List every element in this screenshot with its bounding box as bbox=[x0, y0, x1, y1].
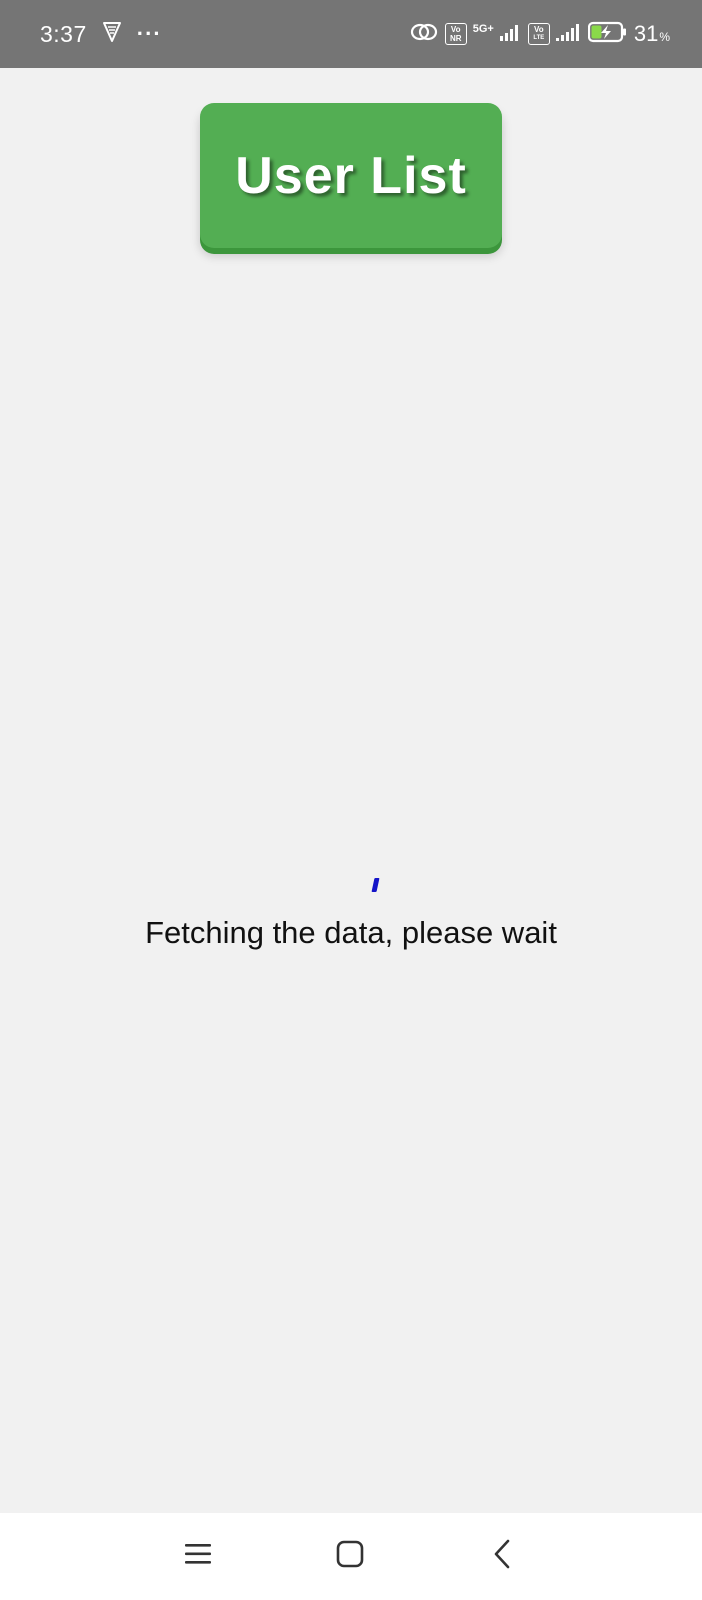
volte-badge-top: Vo bbox=[534, 25, 544, 34]
home-button[interactable] bbox=[310, 1513, 390, 1600]
vonr-badge: Vo NR bbox=[444, 23, 467, 45]
volte-badge-bottom: LTE bbox=[533, 35, 545, 41]
user-list-title: User List bbox=[235, 146, 467, 205]
signal-icon bbox=[555, 23, 582, 46]
network-type-label: 5G+ bbox=[472, 22, 494, 35]
status-time: 3:37 bbox=[40, 20, 87, 47]
app-screen: 3:37 ··· Vo NR 5G+ Vo LTE 31 % User List… bbox=[0, 0, 702, 1600]
vpn-shield-icon bbox=[101, 20, 123, 49]
back-icon bbox=[492, 1539, 512, 1574]
battery-value: 31 bbox=[633, 21, 659, 46]
volte-badge: Vo LTE bbox=[527, 23, 550, 45]
menu-icon bbox=[184, 1542, 212, 1571]
back-button[interactable] bbox=[462, 1513, 542, 1600]
status-left: 3:37 ··· bbox=[40, 0, 162, 68]
link-icon bbox=[409, 21, 439, 48]
status-overflow: ··· bbox=[136, 21, 162, 46]
status-bar: 3:37 ··· Vo NR 5G+ Vo LTE 31 % bbox=[0, 0, 702, 68]
navigation-bar bbox=[0, 1513, 702, 1600]
battery-unit: % bbox=[659, 30, 670, 44]
loading-spinner bbox=[371, 878, 380, 892]
vonr-badge-top: Vo bbox=[450, 25, 461, 34]
signal-icon bbox=[499, 23, 522, 46]
recent-apps-button[interactable] bbox=[158, 1513, 238, 1600]
battery-percentage: 31 % bbox=[634, 21, 670, 47]
vonr-badge-bottom: NR bbox=[449, 34, 462, 43]
home-icon bbox=[336, 1540, 364, 1573]
battery-charging-icon bbox=[587, 21, 628, 48]
status-right: Vo NR 5G+ Vo LTE 31 % bbox=[409, 0, 670, 68]
loading-message: Fetching the data, please wait bbox=[145, 915, 557, 950]
user-list-button[interactable]: User List bbox=[200, 103, 502, 248]
